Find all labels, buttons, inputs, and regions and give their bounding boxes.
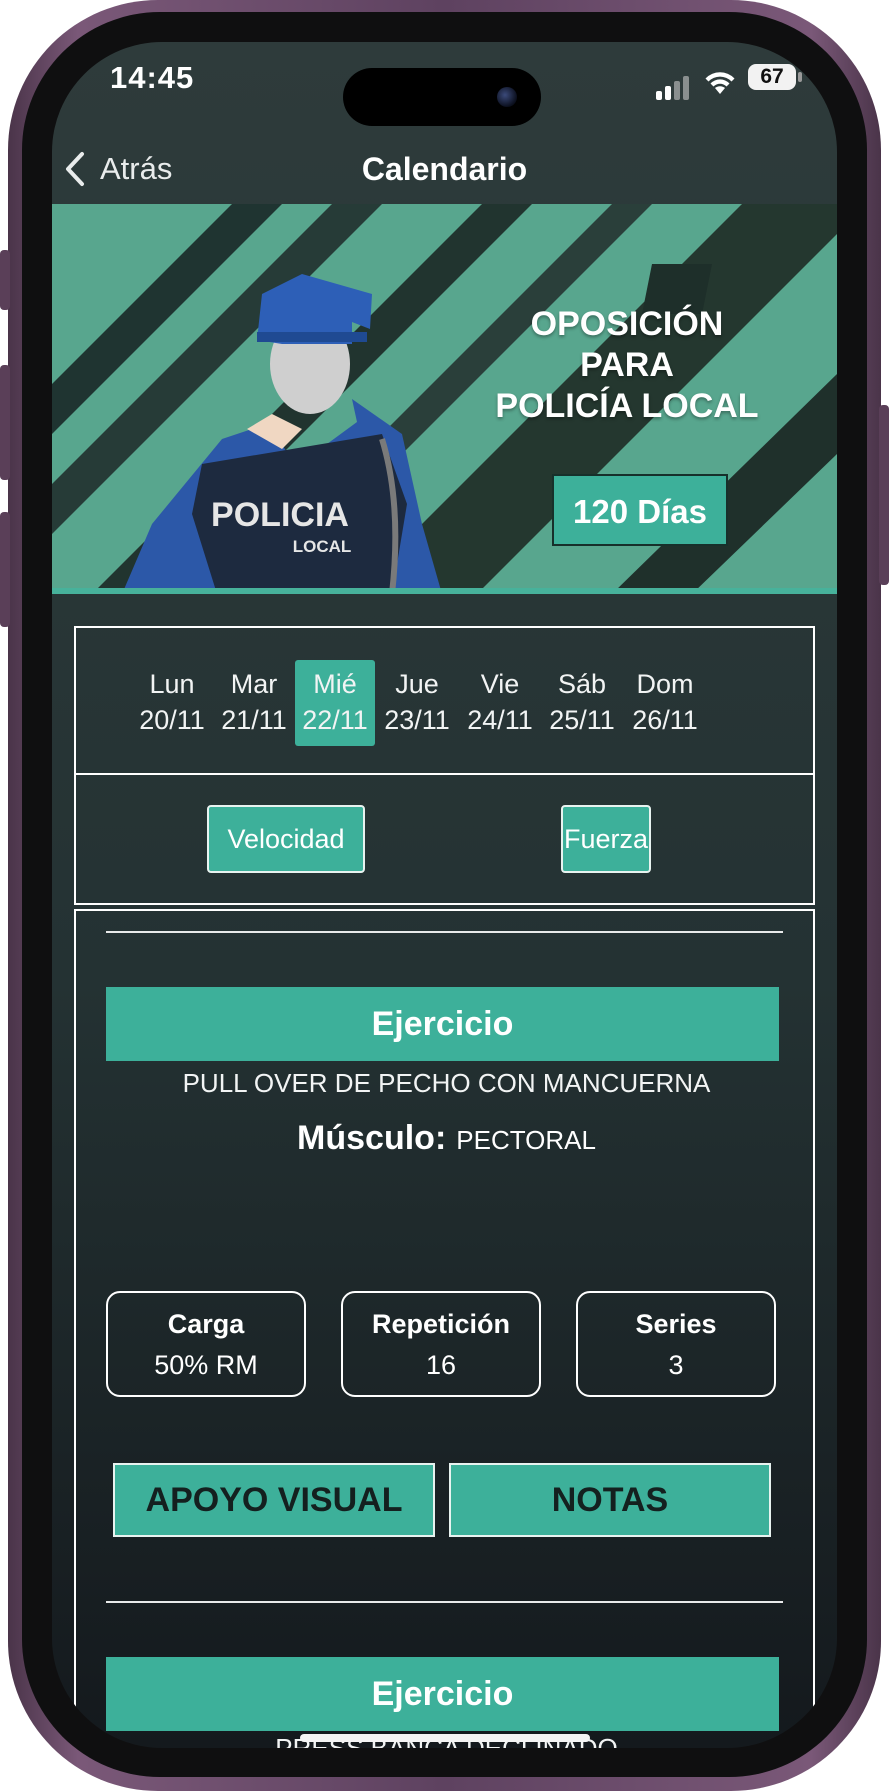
day-mon[interactable]: Lun 20/11 (132, 660, 212, 746)
day-date: 23/11 (384, 705, 450, 735)
category-tabs: Velocidad Fuerza (74, 773, 815, 905)
week-selector: Lun 20/11 Mar 21/11 Mié 22/11 Jue 23/11 … (74, 626, 815, 773)
day-fri[interactable]: Vie 24/11 (460, 660, 540, 746)
exercise-header: Ejercicio (106, 987, 779, 1061)
vest-subtext: LOCAL (293, 537, 352, 556)
day-name: Vie (480, 669, 520, 699)
power-button (879, 405, 889, 585)
muscle-value: PECTORAL (456, 1125, 596, 1155)
notes-button[interactable]: NOTAS (449, 1463, 771, 1537)
day-name: Jue (395, 669, 439, 699)
dynamic-island (343, 68, 541, 126)
day-date: 20/11 (139, 705, 205, 735)
day-sat[interactable]: Sáb 25/11 (542, 660, 622, 746)
hero-title: OPOSICIÓN PARA POLICÍA LOCAL (482, 304, 772, 427)
cellular-signal-icon (656, 74, 692, 100)
camera-icon (497, 87, 517, 107)
stat-value: 3 (668, 1350, 684, 1380)
stat-value: 50% RM (154, 1350, 258, 1380)
day-name: Mié (313, 669, 357, 699)
exercise-header: Ejercicio (106, 1657, 779, 1731)
stat-series: Series 3 (576, 1291, 776, 1397)
day-date: 26/11 (632, 705, 698, 735)
muscle-row: Músculo: PECTORAL (76, 1119, 813, 1158)
day-name: Lun (149, 669, 195, 699)
stat-repeticion: Repetición 16 (341, 1291, 541, 1397)
day-date: 25/11 (549, 705, 615, 735)
home-indicator[interactable] (300, 1734, 590, 1742)
exercise-list[interactable]: Ejercicio PULL OVER DE PECHO CON MANCUER… (74, 909, 815, 1748)
tab-velocidad[interactable]: Velocidad (207, 805, 365, 873)
day-name: Dom (636, 669, 694, 699)
stat-value: 16 (425, 1350, 457, 1380)
day-date: 24/11 (467, 705, 533, 735)
navigation-bar: Atrás Calendario (52, 134, 837, 204)
battery-indicator: 67 (748, 64, 802, 90)
visual-support-button[interactable]: APOYO VISUAL (113, 1463, 435, 1537)
hero-title-line2: POLICÍA LOCAL (495, 387, 759, 425)
day-date: 22/11 (302, 705, 368, 735)
tab-fuerza[interactable]: Fuerza (561, 805, 651, 873)
day-tue[interactable]: Mar 21/11 (214, 660, 294, 746)
days-remaining-badge: 120 Días (552, 474, 728, 546)
stat-carga: Carga 50% RM (106, 1291, 306, 1397)
stat-label: Carga (167, 1309, 245, 1339)
hero-divider (52, 588, 837, 594)
page-title: Calendario (361, 151, 528, 187)
hero-title-line1: OPOSICIÓN PARA (530, 305, 724, 384)
day-name: Sáb (557, 669, 607, 699)
day-wed-selected[interactable]: Mié 22/11 (295, 660, 375, 746)
action-button (0, 250, 10, 310)
screen: 14:45 67 Atrás Calendario POLICIA LOCAL … (52, 42, 837, 1748)
exercise-name: PULL OVER DE PECHO CON MANCUERNA (182, 1068, 711, 1098)
stat-label: Repetición (371, 1309, 511, 1339)
day-sun[interactable]: Dom 26/11 (625, 660, 705, 746)
hero-banner: POLICIA LOCAL OPOSICIÓN PARA POLICÍA LOC… (52, 204, 837, 594)
muscle-label: Músculo: (297, 1119, 447, 1157)
day-date: 21/11 (221, 705, 287, 735)
divider (106, 1601, 783, 1603)
divider (106, 931, 783, 933)
day-thu[interactable]: Jue 23/11 (377, 660, 457, 746)
status-time: 14:45 (110, 60, 195, 95)
stat-label: Series (635, 1309, 717, 1339)
day-name: Mar (230, 669, 278, 699)
volume-up-button (0, 365, 10, 480)
vest-text: POLICIA (211, 496, 349, 534)
volume-down-button (0, 512, 10, 627)
wifi-icon (705, 72, 735, 94)
